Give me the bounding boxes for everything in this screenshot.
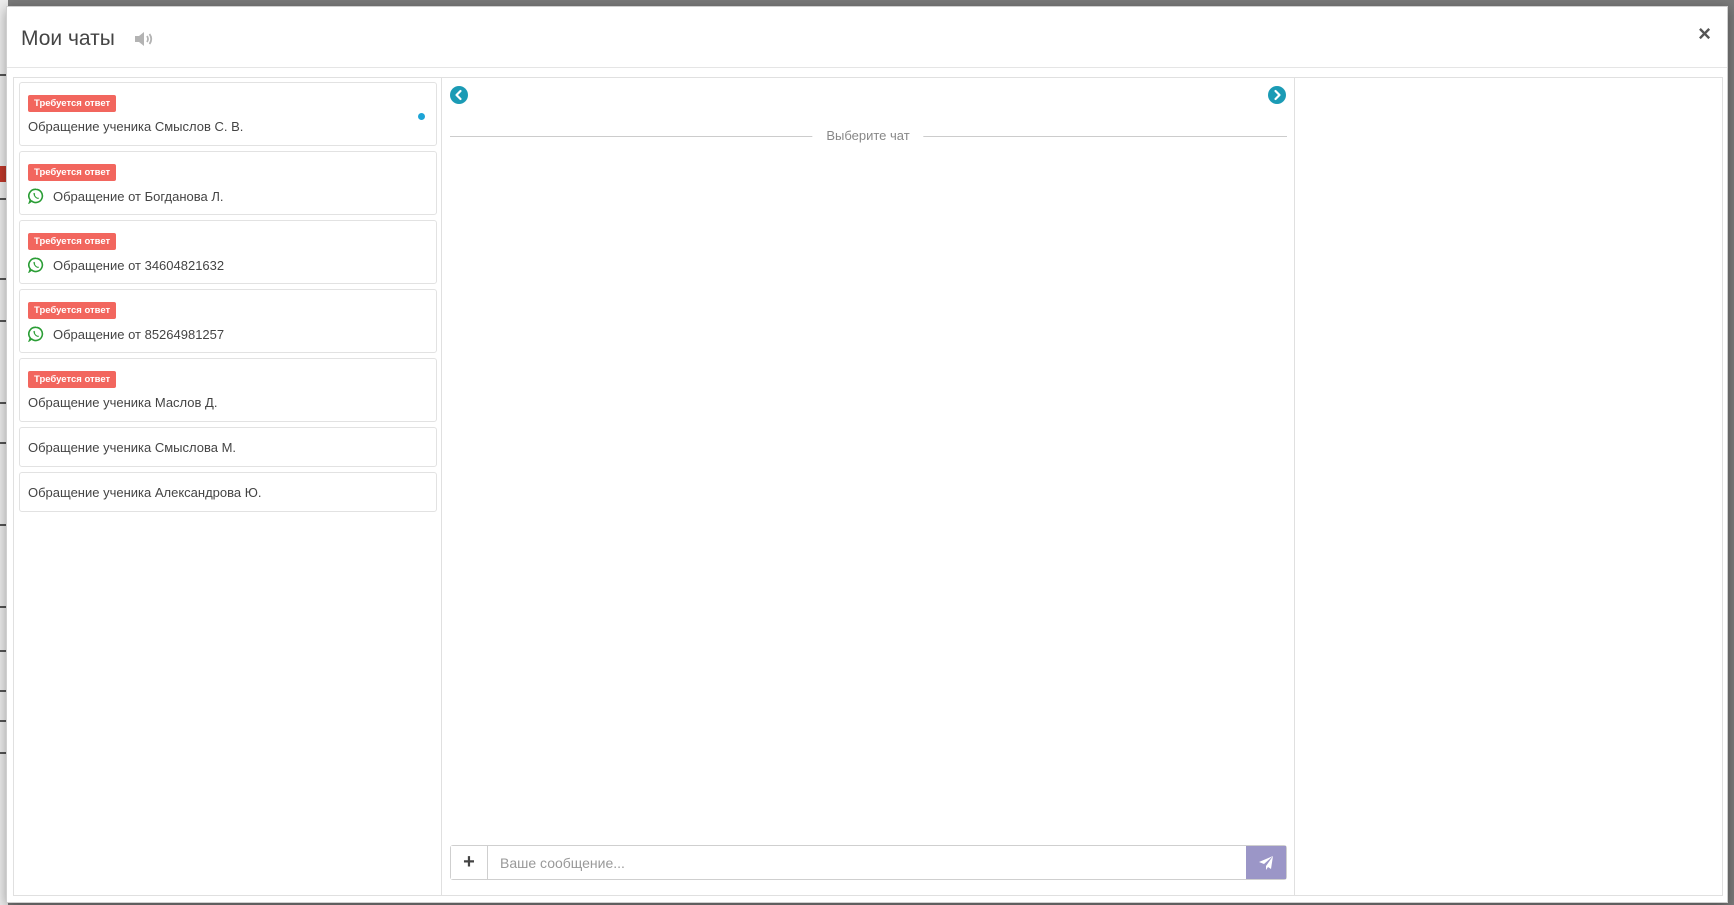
- reply-required-badge: Требуется ответ: [28, 95, 117, 112]
- chat-title-row: Обращение от Богданова Л.: [28, 188, 223, 204]
- chat-title: Обращение ученика Александрова Ю.: [28, 485, 262, 500]
- chat-list-item[interactable]: Требуется ответ Обращение ученика Маслов …: [19, 358, 437, 422]
- conversation-panel: Выберите чат +: [442, 78, 1295, 895]
- details-panel: [1295, 78, 1722, 895]
- reply-required-badge: Требуется ответ: [28, 371, 117, 388]
- chat-list-item[interactable]: Требуется ответ Обращение от 34604821632: [19, 220, 437, 284]
- add-attachment-button[interactable]: +: [451, 846, 488, 879]
- chat-list-item[interactable]: Требуется ответ Обращение от Богданова Л.: [19, 151, 437, 215]
- chat-title: Обращение ученика Маслов Д.: [28, 395, 218, 410]
- chat-title-row: Обращение ученика Смыслов С. В.: [28, 119, 243, 134]
- chat-title-row: Обращение ученика Смыслова М.: [28, 440, 236, 455]
- reply-required-badge: Требуется ответ: [28, 164, 117, 181]
- chats-modal: Мои чаты × Требуется ответ Обращение учен…: [6, 6, 1728, 903]
- message-input[interactable]: [488, 846, 1246, 879]
- whatsapp-icon: [28, 257, 44, 273]
- modal-body: Требуется ответ Обращение ученика Смыслов…: [13, 77, 1723, 896]
- chat-title-row: Обращение от 85264981257: [28, 326, 224, 342]
- chat-title-row: Обращение ученика Маслов Д.: [28, 395, 217, 410]
- empty-state-text: Выберите чат: [812, 128, 924, 143]
- chat-list: Требуется ответ Обращение ученика Смыслов…: [19, 82, 437, 517]
- chat-title: Обращение от 34604821632: [53, 257, 225, 273]
- close-icon[interactable]: ×: [1698, 23, 1711, 45]
- paper-plane-icon: [1259, 855, 1273, 870]
- chat-title: Обращение ученика Смыслова М.: [28, 440, 237, 455]
- whatsapp-icon: [28, 326, 44, 342]
- unread-indicator: [418, 113, 425, 120]
- chat-list-panel: Требуется ответ Обращение ученика Смыслов…: [14, 78, 442, 895]
- chat-list-item[interactable]: Обращение ученика Александрова Ю.: [19, 472, 437, 512]
- speaker-icon[interactable]: [133, 29, 155, 49]
- whatsapp-icon: [28, 188, 44, 204]
- chat-title: Обращение от 85264981257: [53, 326, 225, 342]
- reply-required-badge: Требуется ответ: [28, 302, 117, 319]
- chat-title: Обращение ученика Смыслов С. В.: [28, 119, 244, 134]
- modal-header: Мои чаты ×: [7, 7, 1727, 68]
- modal-title: Мои чаты: [21, 27, 115, 50]
- chat-list-item[interactable]: Требуется ответ Обращение от 85264981257: [19, 289, 437, 353]
- chat-title-row: Обращение от 34604821632: [28, 257, 224, 273]
- chat-list-item[interactable]: Требуется ответ Обращение ученика Смыслов…: [19, 82, 437, 146]
- chat-list-item[interactable]: Обращение ученика Смыслова М.: [19, 427, 437, 467]
- send-button[interactable]: [1246, 846, 1286, 879]
- next-arrow-icon[interactable]: [1268, 86, 1286, 104]
- chat-title-row: Обращение ученика Александрова Ю.: [28, 485, 261, 500]
- previous-arrow-icon[interactable]: [450, 86, 468, 104]
- reply-required-badge: Требуется ответ: [28, 233, 117, 250]
- chat-title: Обращение от Богданова Л.: [53, 188, 224, 204]
- message-composer: +: [450, 845, 1287, 880]
